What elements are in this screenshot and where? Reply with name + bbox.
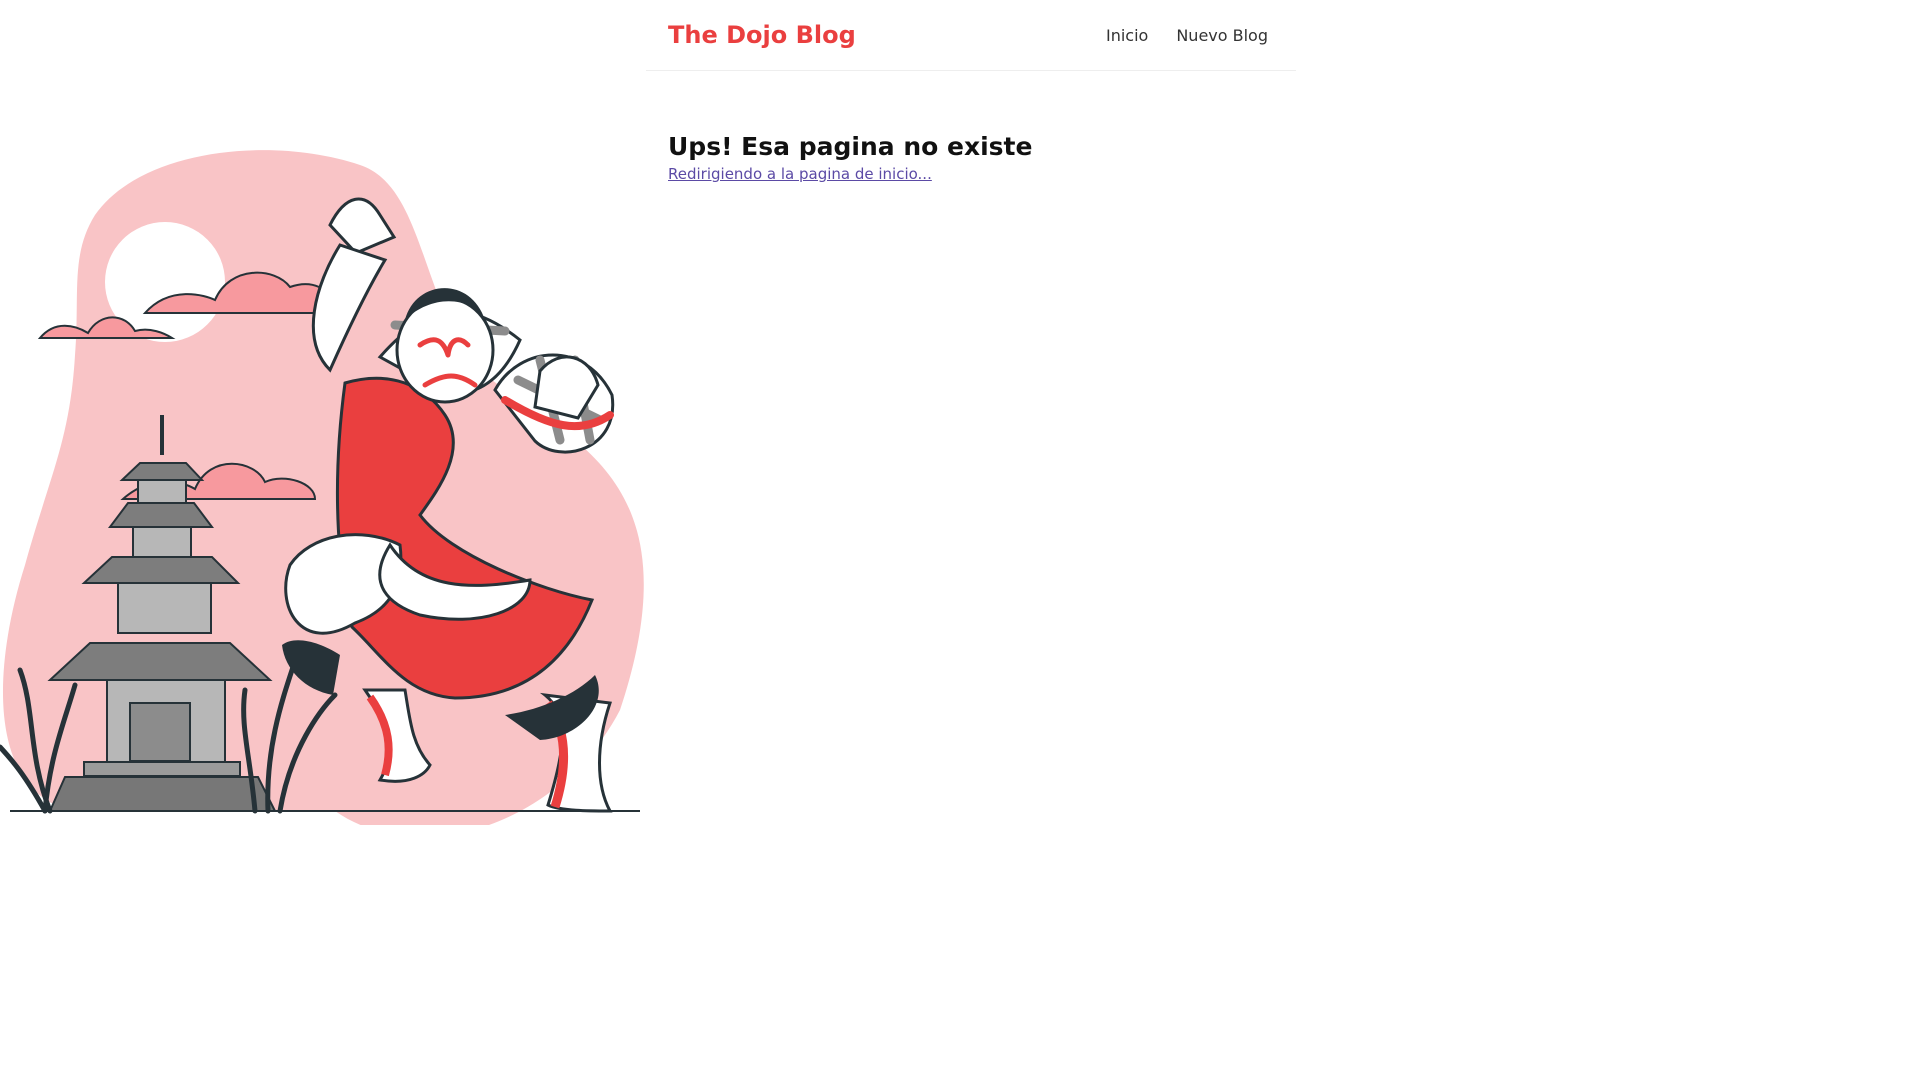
kabuki-dancer-illustration [0,150,644,825]
not-found-title: Ups! Esa pagina no existe [668,132,1033,161]
redirect-home-link[interactable]: Redirigiendo a la pagina de inicio... [668,164,932,184]
not-found-page: The Dojo Blog Inicio Nuevo Blog Ups! Esa… [0,0,1920,1080]
nav-link-inicio[interactable]: Inicio [1106,24,1148,48]
not-found-content: Ups! Esa pagina no existe Redirigiendo a… [668,130,1268,184]
main-container: The Dojo Blog Inicio Nuevo Blog Ups! Esa… [646,0,1296,220]
top-navbar: The Dojo Blog Inicio Nuevo Blog [646,0,1296,71]
site-title: The Dojo Blog [668,21,856,49]
nav-link-nuevo-blog[interactable]: Nuevo Blog [1176,24,1268,48]
nav-links: Inicio Nuevo Blog [1106,24,1268,48]
